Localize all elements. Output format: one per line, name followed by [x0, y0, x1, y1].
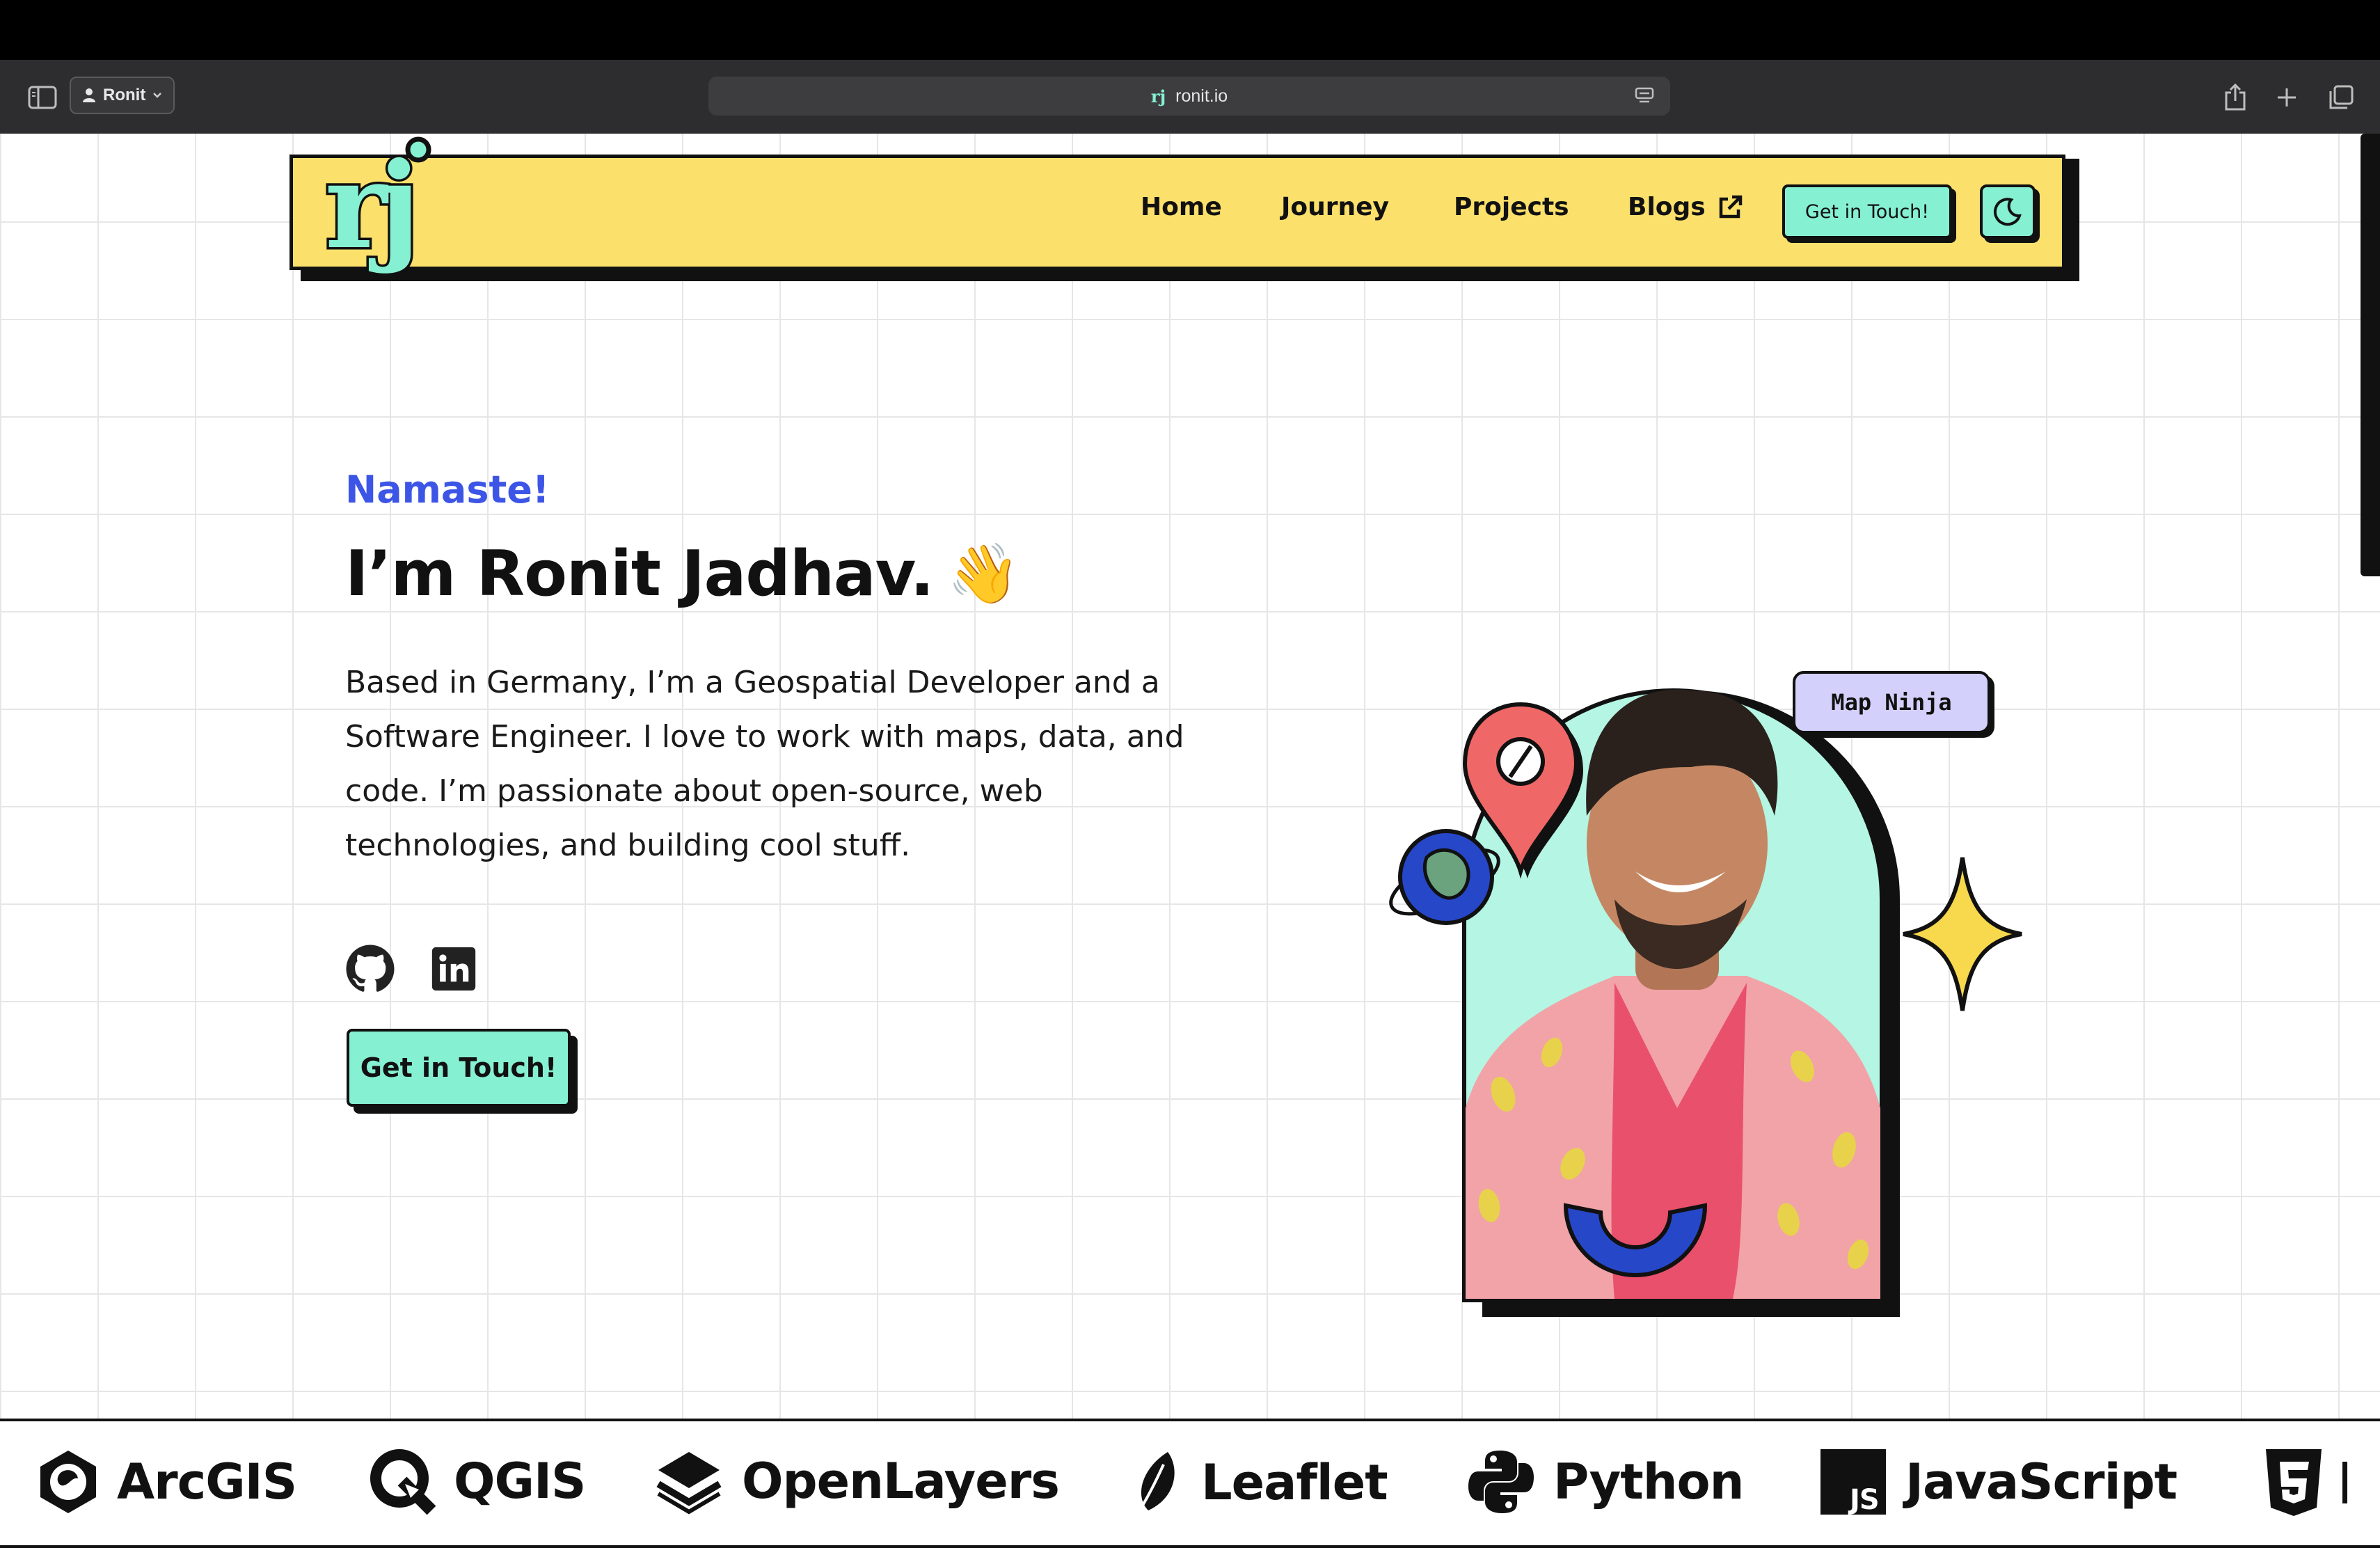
hero-get-in-touch-button[interactable]: Get in Touch!: [347, 1029, 571, 1107]
nav-projects[interactable]: Projects: [1454, 193, 1569, 221]
tech-item-openlayers: OpenLayers: [654, 1448, 1060, 1515]
reader-icon[interactable]: [1634, 86, 1655, 106]
tech-item-arcgis: ArcGIS: [38, 1448, 297, 1516]
nav-blogs-label: Blogs: [1628, 193, 1706, 221]
nav-blogs[interactable]: Blogs: [1628, 193, 1743, 221]
svg-text:rj: rj: [325, 136, 411, 275]
leaflet-icon: [1136, 1452, 1175, 1516]
page-scrollbar[interactable]: [2361, 134, 2380, 576]
nav-get-in-touch-button[interactable]: Get in Touch!: [1782, 184, 1952, 239]
web-page: rj Home Journey Projects Blogs Get in To…: [0, 134, 2380, 1548]
browser-toolbar: Ronit rj ronit.io: [0, 60, 2380, 134]
qgis-icon: [370, 1449, 436, 1515]
sidebar-toggle-icon[interactable]: [25, 82, 60, 113]
share-icon[interactable]: [2219, 81, 2252, 114]
nav-home-label: Home: [1141, 193, 1222, 221]
nav-journey[interactable]: Journey: [1281, 193, 1389, 221]
site-favicon: rj: [1150, 86, 1166, 106]
tech-label-arcgis: ArcGIS: [117, 1453, 297, 1510]
nav-journey-label: Journey: [1281, 193, 1390, 221]
theme-toggle-button[interactable]: [1980, 184, 2036, 239]
javascript-icon: JS: [1820, 1449, 1886, 1516]
svg-text:JS: JS: [1848, 1484, 1879, 1516]
tech-item-leaflet: Leaflet: [1127, 1448, 1388, 1517]
linkedin-icon[interactable]: [430, 945, 477, 993]
hero-name: I’m Ronit Jadhav.: [345, 537, 934, 610]
tech-stack-marquee: ArcGIS QGIS OpenLayers Leaflet Python JS…: [0, 1419, 2380, 1548]
hero-headline: I’m Ronit Jadhav. 👋: [345, 537, 1020, 610]
tab-overview-icon[interactable]: [2324, 81, 2358, 114]
github-icon[interactable]: [345, 944, 395, 994]
profile-button[interactable]: Ronit: [70, 77, 175, 114]
arcgis-icon: [40, 1451, 96, 1513]
tech-label-truncated: [2342, 1462, 2375, 1503]
html5-icon: [2266, 1449, 2322, 1516]
nav-cta-label: Get in Touch!: [1804, 200, 1930, 223]
nav-projects-label: Projects: [1454, 193, 1569, 221]
map-ninja-badge: Map Ninja: [1793, 671, 1990, 734]
tech-item-qgis: QGIS: [369, 1448, 586, 1515]
rj-logo[interactable]: rj: [322, 134, 447, 275]
openlayers-icon: [656, 1452, 722, 1515]
hero-cta-label: Get in Touch!: [360, 1052, 557, 1083]
sparkle-star-icon: [1903, 857, 2022, 1011]
tech-item-python: Python: [1467, 1448, 1744, 1516]
tech-label-qgis: QGIS: [454, 1453, 586, 1510]
tech-label-openlayers: OpenLayers: [742, 1453, 1060, 1510]
new-tab-icon[interactable]: [2270, 81, 2303, 114]
tech-label-leaflet: Leaflet: [1201, 1454, 1388, 1511]
python-icon: [1468, 1451, 1534, 1513]
tech-label-python: Python: [1553, 1453, 1744, 1510]
navbar: rj Home Journey Projects Blogs Get in To…: [289, 134, 2065, 275]
waving-hand-icon: 👋: [947, 539, 1020, 608]
tech-label-javascript: JavaScript: [1905, 1453, 2177, 1510]
tech-item-javascript: JS JavaScript: [1819, 1448, 2177, 1516]
url-text: ronit.io: [1175, 86, 1228, 106]
external-link-icon: [1719, 195, 1742, 218]
map-ninja-label: Map Ninja: [1831, 689, 1952, 716]
moon-icon: [1994, 198, 2022, 226]
address-bar[interactable]: rj ronit.io: [708, 77, 1670, 116]
chevron-down-icon: [153, 93, 162, 98]
nav-home[interactable]: Home: [1141, 193, 1222, 221]
greeting: Namaste!: [345, 468, 550, 512]
hero-bio: Based in Germany, I’m a Geospatial Devel…: [345, 665, 1184, 863]
profile-name: Ronit: [103, 86, 146, 104]
tech-item-html5: [2263, 1448, 2375, 1517]
person-icon: [83, 88, 95, 102]
